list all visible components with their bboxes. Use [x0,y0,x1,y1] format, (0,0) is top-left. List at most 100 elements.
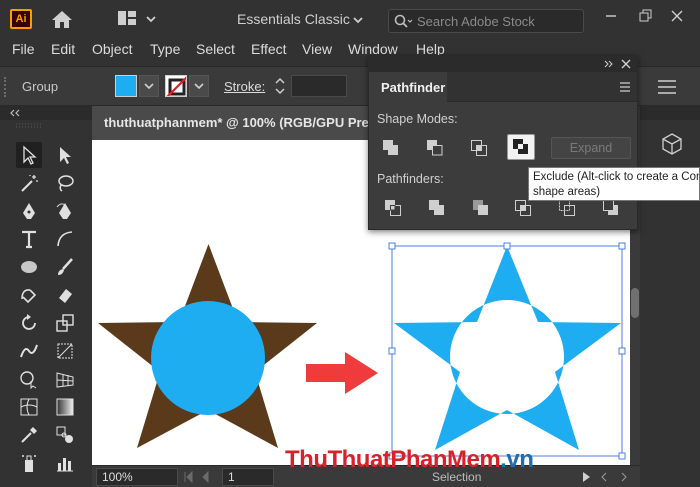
close-icon[interactable] [667,6,687,26]
expand-button[interactable]: Expand [551,137,631,159]
collapse-icon[interactable] [8,108,22,118]
arrange-documents-icon[interactable] [117,10,137,26]
trim-icon [429,200,444,215]
selection-tool[interactable] [16,142,42,168]
pen-tool[interactable] [16,198,42,224]
gradient-tool[interactable] [52,394,78,420]
stock-search[interactable] [388,9,584,33]
fill-dropdown[interactable] [139,75,159,97]
home-icon[interactable] [51,9,73,29]
eyedropper-icon [21,427,37,443]
intersect-icon [471,140,487,156]
workspace-switcher[interactable]: Essentials Classic [237,11,350,27]
lasso-tool[interactable] [52,170,78,196]
artboard-number-field[interactable]: 1 [222,468,274,486]
curvature-tool[interactable] [52,198,78,224]
column-graph-icon [57,458,73,472]
pen-icon [23,203,35,219]
divide-button[interactable] [379,195,407,221]
menu-type[interactable]: Type [150,41,180,57]
type-tool[interactable] [16,226,42,252]
restore-icon[interactable] [635,6,655,26]
collapse-icon[interactable] [601,59,613,69]
intersect-button[interactable] [465,135,493,161]
ellipse-tool[interactable] [16,254,42,280]
artboard-number: 1 [228,470,235,484]
grip-handle[interactable] [4,77,8,97]
toolbar-header [0,106,92,120]
scroll-arrows-icon[interactable] [600,471,636,483]
shaper-tool[interactable] [16,282,42,308]
exclude-button[interactable] [507,134,535,160]
lasso-icon [58,175,74,192]
search-input[interactable] [417,13,577,29]
panel-menu-icon[interactable] [619,81,631,93]
shape-modes-label: Shape Modes: [377,112,458,126]
gradient-icon [56,398,74,416]
eraser-tool[interactable] [52,282,78,308]
excluded-compound-shape[interactable] [394,246,621,450]
unite-button[interactable] [377,135,405,161]
menu-edit[interactable]: Edit [51,41,75,57]
menu-file[interactable]: File [12,41,35,57]
warp-tool[interactable] [16,338,42,364]
graph-tool[interactable] [52,450,78,476]
watermark-part-2: PhanMem [390,446,501,473]
perspective-grid-tool[interactable] [52,366,78,392]
panel-tab-row: Pathfinder [369,72,637,102]
magic-wand-icon [21,175,38,192]
magic-wand-tool[interactable] [16,170,42,196]
pathfinder-panel: Pathfinder Shape Modes: Expand Pathfinde… [368,55,638,230]
menu-effect[interactable]: Effect [251,41,287,57]
watermark-part-1: ThuThuat [285,446,391,473]
dock-header [640,106,700,120]
artboard-nav-prev-icon[interactable] [182,471,218,483]
chevron-down-icon[interactable] [145,13,157,25]
original-shapes[interactable] [98,244,317,448]
brush-icon [58,258,73,275]
fill-swatch[interactable] [115,75,137,97]
scrollbar-thumb[interactable] [631,288,639,318]
shaper-icon [21,289,37,304]
free-transform-tool[interactable] [52,338,78,364]
menu-view[interactable]: View [302,41,332,57]
stroke-dropdown[interactable] [189,75,209,97]
trim-button[interactable] [423,195,451,221]
chevron-down-icon[interactable] [352,14,364,26]
shape-builder-tool[interactable] [16,366,42,392]
line-segment-tool[interactable] [52,226,78,252]
stroke-label[interactable]: Stroke: [224,79,265,94]
merge-icon [473,200,488,215]
tab-pathfinder[interactable]: Pathfinder [369,72,447,102]
play-icon[interactable] [580,471,592,483]
scale-tool[interactable] [52,310,78,336]
stroke-weight-stepper[interactable] [270,75,290,97]
blue-star-with-hole[interactable] [394,246,621,450]
symbol-sprayer-icon [22,455,36,472]
chevron-down-icon [194,83,204,90]
stroke-weight-input[interactable] [291,75,347,97]
stroke-swatch-none[interactable] [165,75,187,97]
merge-button[interactable] [467,195,495,221]
minus-front-button[interactable] [421,135,449,161]
3d-object-icon[interactable] [660,132,684,156]
minimize-icon[interactable] [601,6,621,26]
blue-circle[interactable] [151,301,265,415]
curvature-pen-icon [56,203,71,219]
illustrator-logo: Ai [10,9,32,29]
close-icon[interactable] [621,59,631,69]
menu-select[interactable]: Select [196,41,235,57]
tools-panel [0,120,92,487]
rotate-tool[interactable] [16,310,42,336]
rotate-icon [22,314,36,330]
paintbrush-tool[interactable] [52,254,78,280]
menu-object[interactable]: Object [92,41,132,57]
panel-menu-icon[interactable] [656,77,678,97]
eyedropper-tool[interactable] [16,422,42,448]
direct-selection-tool[interactable] [52,142,78,168]
mesh-tool[interactable] [16,394,42,420]
zoom-field[interactable]: 100% [96,468,178,486]
symbol-sprayer-tool[interactable] [16,450,42,476]
document-tab[interactable]: thuthuatphanmem* @ 100% (RGB/GPU Preview… [92,106,372,140]
blend-tool[interactable] [52,422,78,448]
